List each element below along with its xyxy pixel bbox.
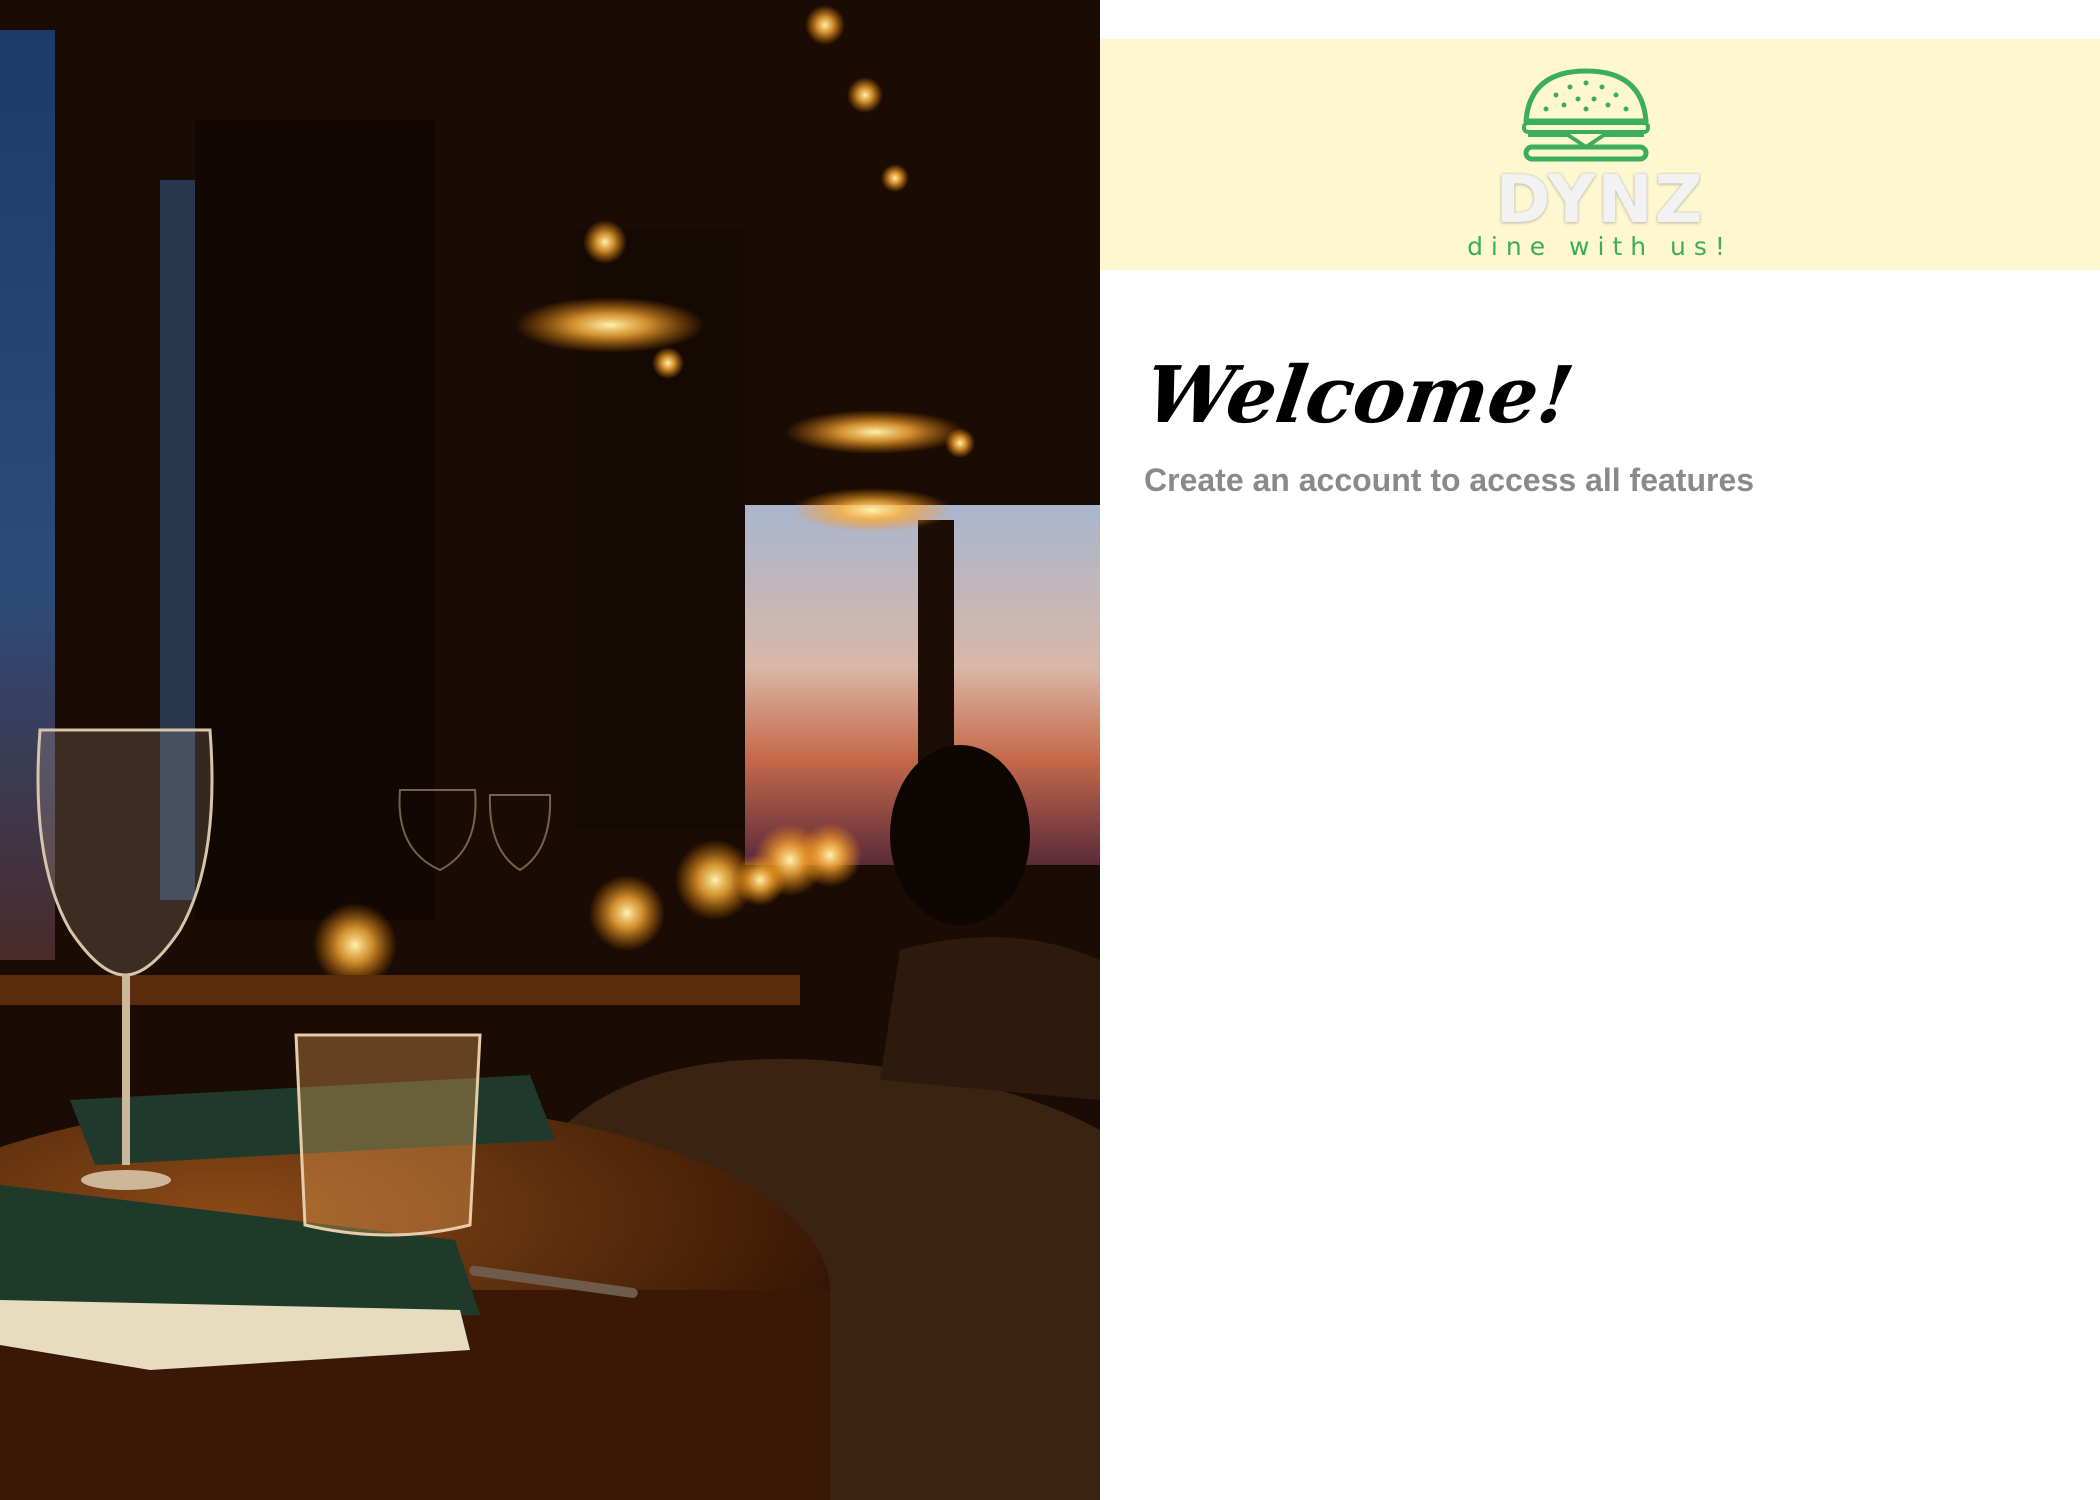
- signup-panel: DYNZ dine with us! Welcome! Create an ac…: [1100, 0, 2100, 1500]
- brand-name: DYNZ: [1495, 161, 1705, 238]
- welcome-heading: Welcome!: [1139, 350, 1579, 441]
- restaurant-hero-image: [0, 0, 1100, 1500]
- brand-header: DYNZ dine with us!: [1100, 39, 2100, 270]
- signup-page: DYNZ dine with us! Welcome! Create an ac…: [0, 0, 2100, 1500]
- welcome-subheading: Create an account to access all features: [1144, 462, 1755, 498]
- brand-tagline: dine with us!: [1467, 232, 1733, 261]
- burger-icon: [1522, 68, 1650, 162]
